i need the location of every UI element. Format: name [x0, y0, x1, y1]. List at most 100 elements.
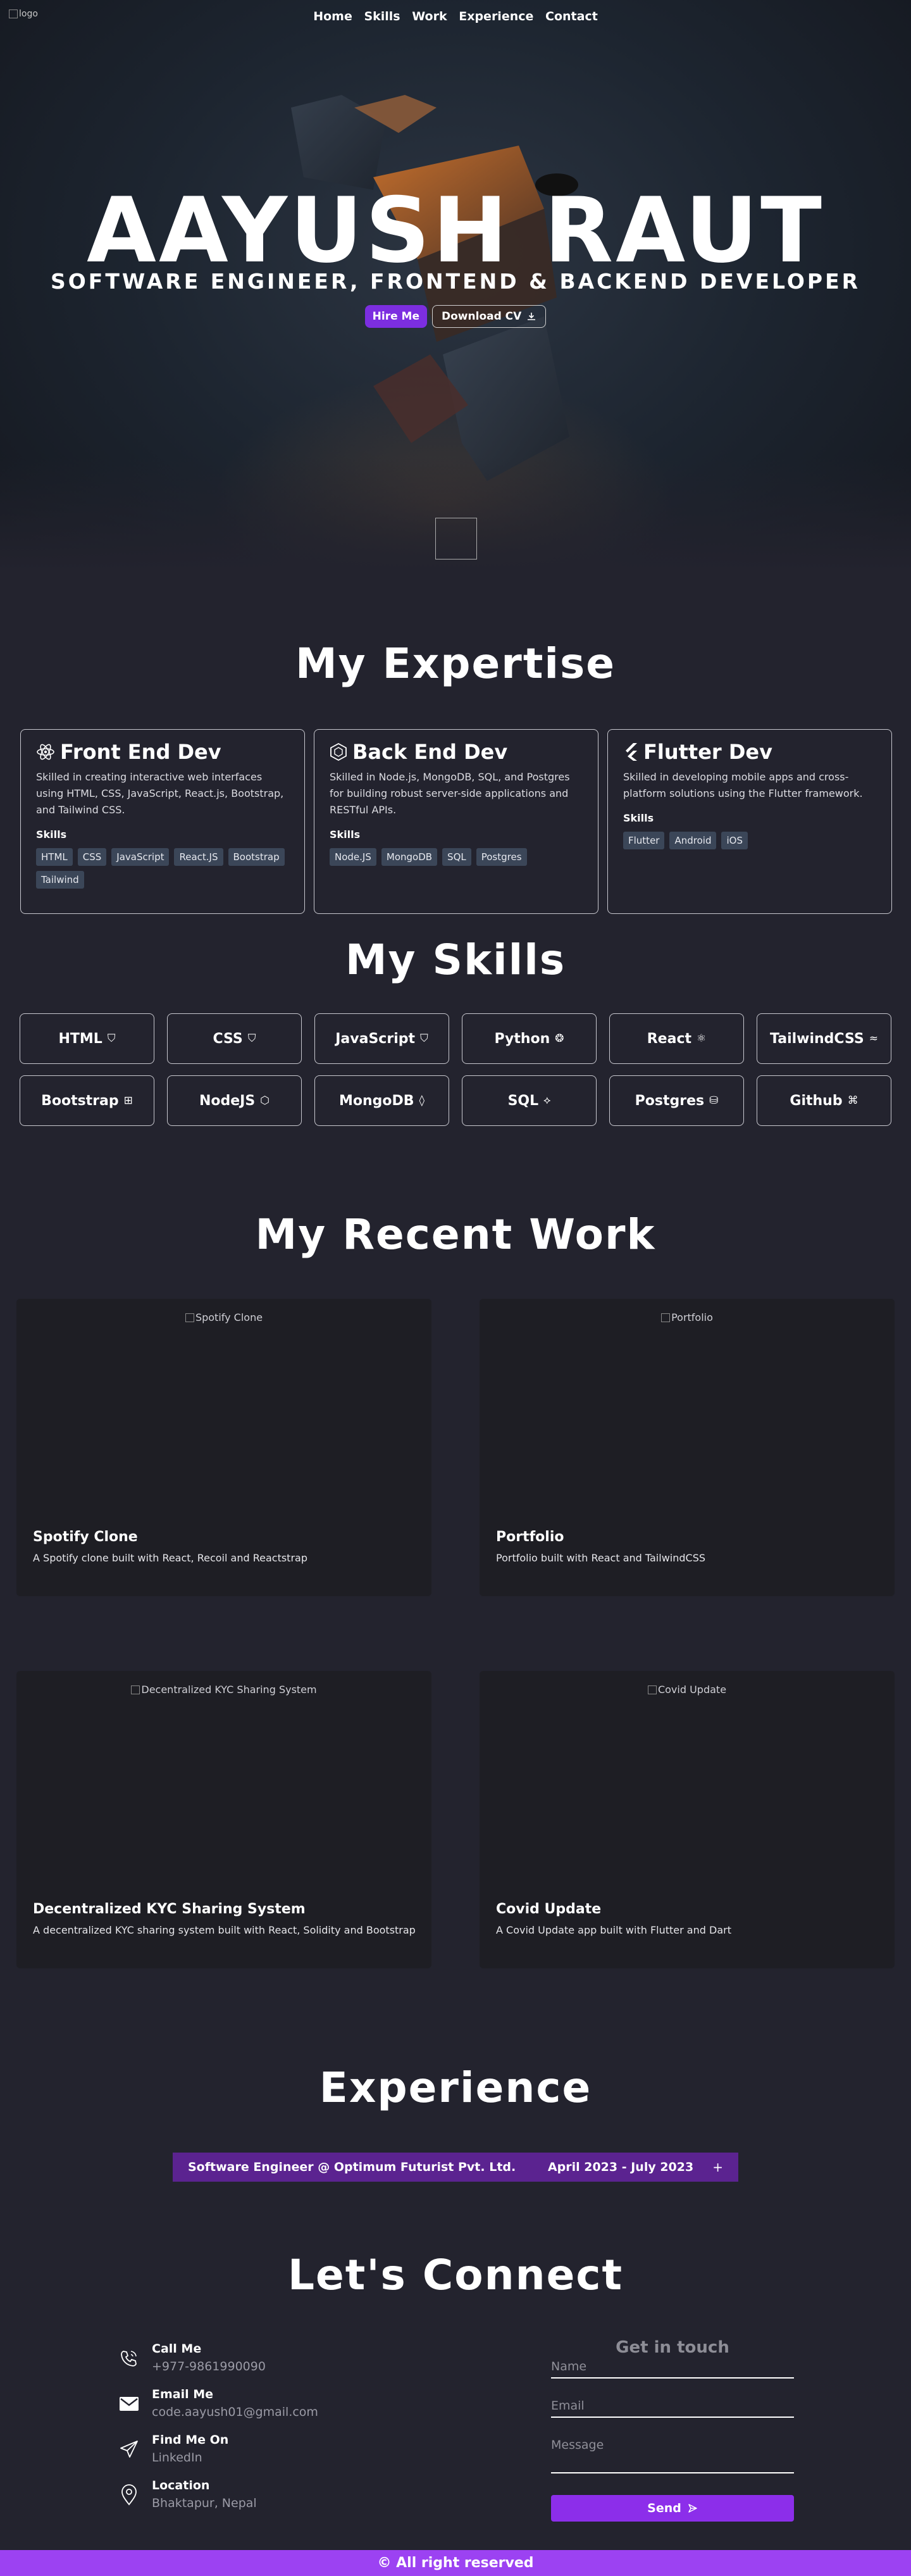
download-icon: [528, 313, 536, 320]
broken-image-icon: [185, 1313, 194, 1322]
top-nav: logo Home Skills Work Experience Contact: [0, 0, 911, 34]
mongodb-icon: ◊: [419, 1094, 425, 1107]
send-label: Send: [647, 2501, 681, 2515]
react-icon: ⚛: [697, 1032, 707, 1045]
contact-email[interactable]: Email Me code.aayush01@gmail.com: [118, 2387, 318, 2419]
contact-linkedin[interactable]: Find Me On LinkedIn: [118, 2433, 228, 2465]
skill-tag: JavaScript: [111, 848, 170, 866]
skill-html[interactable]: HTML ⛉: [20, 1013, 154, 1064]
hero-image-placeholder: [435, 518, 477, 560]
experience-accordion[interactable]: Software Engineer @ Optimum Futurist Pvt…: [173, 2153, 738, 2182]
skill-label: HTML: [58, 1030, 102, 1047]
nodejs-icon: ⬡: [260, 1094, 270, 1107]
skill-tag: Android: [669, 832, 717, 849]
hero-buttons: Hire Me Download CV: [0, 305, 911, 328]
skill-github[interactable]: Github ⌘: [757, 1075, 891, 1126]
skills-title: My Skills: [345, 935, 566, 984]
skill-label: NodeJS: [199, 1092, 256, 1109]
expertise-card-desc: Skilled in developing mobile apps and cr…: [623, 771, 863, 799]
contact-title: Let's Connect: [287, 2251, 624, 2299]
html5-icon: ⛉: [107, 1032, 116, 1045]
js-icon: ⛉: [420, 1032, 428, 1045]
nav-link-home[interactable]: Home: [313, 9, 352, 23]
broken-image-icon: [647, 1685, 657, 1694]
skill-label: SQL: [507, 1092, 539, 1109]
skill-python[interactable]: Python ❂: [462, 1013, 597, 1064]
skill-tag: Tailwind: [36, 871, 84, 889]
work-title: Portfolio: [496, 1529, 564, 1545]
skill-nodejs[interactable]: NodeJS ⬡: [167, 1075, 302, 1126]
skill-react[interactable]: React ⚛: [609, 1013, 744, 1064]
expertise-card-desc: Skilled in Node.js, MongoDB, SQL, and Po…: [330, 771, 570, 816]
skill-label: Bootstrap: [41, 1092, 119, 1109]
skill-label: MongoDB: [339, 1092, 414, 1109]
nav-link-work[interactable]: Work: [412, 9, 447, 23]
expertise-card-flutter: Flutter Dev Skilled in developing mobile…: [607, 729, 892, 914]
postgres-icon: ⛁: [709, 1094, 719, 1107]
experience-role: Software Engineer @ Optimum Futurist Pvt…: [188, 2160, 516, 2174]
download-cv-button[interactable]: Download CV: [432, 305, 547, 328]
contact-label: Find Me On: [152, 2433, 229, 2447]
skill-sql[interactable]: SQL ⟡: [462, 1075, 597, 1126]
skill-label: TailwindCSS: [770, 1030, 864, 1047]
contact-label: Call Me: [152, 2342, 202, 2356]
contact-value: +977-9861990090: [152, 2360, 266, 2373]
github-icon: ⌘: [847, 1094, 858, 1107]
work-card-spotify[interactable]: Spotify Clone Spotify Clone A Spotify cl…: [16, 1299, 431, 1596]
work-image: Portfolio: [480, 1311, 895, 1323]
work-card-portfolio[interactable]: Portfolio Portfolio Portfolio built with…: [480, 1299, 895, 1596]
expand-icon[interactable]: +: [712, 2160, 723, 2175]
skill-tag: Postgres: [476, 848, 527, 866]
nav-link-skills[interactable]: Skills: [364, 9, 400, 23]
work-desc: A decentralized KYC sharing system built…: [33, 1924, 416, 1936]
skill-tag: Node.JS: [330, 848, 376, 866]
contact-call[interactable]: Call Me +977-9861990090: [118, 2342, 266, 2373]
send-button[interactable]: Send: [551, 2495, 794, 2522]
skill-label: Python: [494, 1030, 550, 1047]
work-title: My Recent Work: [255, 1210, 656, 1259]
skill-tailwindcss[interactable]: TailwindCSS ≈: [757, 1013, 891, 1064]
contact-label: Location: [152, 2479, 210, 2492]
work-card-covid[interactable]: Covid Update Covid Update A Covid Update…: [480, 1671, 895, 1968]
email-field[interactable]: Email: [551, 2399, 794, 2418]
location-icon: [121, 2484, 137, 2506]
skill-bootstrap[interactable]: Bootstrap ⊞: [20, 1075, 154, 1126]
nav-link-experience[interactable]: Experience: [459, 9, 533, 23]
skill-css[interactable]: CSS ⛉: [167, 1013, 302, 1064]
message-field[interactable]: Message: [551, 2438, 794, 2473]
expertise-skills-label: Skills: [330, 828, 361, 841]
skill-label: React: [647, 1030, 691, 1047]
skill-tag: Bootstrap: [228, 848, 285, 866]
skill-mongodb[interactable]: MongoDB ◊: [314, 1075, 449, 1126]
footer: © All right reserved: [0, 2550, 911, 2576]
skill-tag: iOS: [721, 832, 748, 849]
expertise-card-title: Flutter Dev: [643, 740, 772, 764]
sql-icon: ⟡: [543, 1094, 551, 1107]
work-image: Decentralized KYC Sharing System: [16, 1684, 431, 1696]
name-field[interactable]: Name: [551, 2360, 794, 2379]
expertise-card-frontend: Front End Dev Skilled in creating intera…: [20, 729, 305, 914]
expertise-card-backend: Back End Dev Skilled in Node.js, MongoDB…: [314, 729, 598, 914]
work-desc: Portfolio built with React and TailwindC…: [496, 1552, 706, 1564]
contact-location[interactable]: Location Bhaktapur, Nepal: [118, 2479, 257, 2510]
react-icon: [37, 744, 54, 760]
hire-me-button[interactable]: Hire Me: [364, 305, 428, 328]
work-card-kyc[interactable]: Decentralized KYC Sharing System Decentr…: [16, 1671, 431, 1968]
skill-tag: MongoDB: [381, 848, 438, 866]
broken-image-icon: [661, 1313, 671, 1322]
skill-label: Postgres: [635, 1092, 705, 1109]
skill-postgres[interactable]: Postgres ⛁: [609, 1075, 744, 1126]
skill-tag: React.JS: [174, 848, 223, 866]
nav-links: Home Skills Work Experience Contact: [0, 9, 911, 23]
broken-image-icon: [131, 1685, 140, 1694]
flutter-icon: [626, 743, 637, 761]
skill-javascript[interactable]: JavaScript ⛉: [314, 1013, 449, 1064]
contact-label: Email Me: [152, 2387, 214, 2401]
work-image: Covid Update: [480, 1684, 895, 1696]
expertise-card-title: Back End Dev: [352, 740, 508, 764]
work-image-alt: Decentralized KYC Sharing System: [141, 1684, 317, 1696]
experience-title: Experience: [319, 2063, 592, 2112]
nav-link-contact[interactable]: Contact: [545, 9, 598, 23]
expertise-skills-label: Skills: [36, 828, 67, 841]
css3-icon: ⛉: [247, 1032, 256, 1045]
